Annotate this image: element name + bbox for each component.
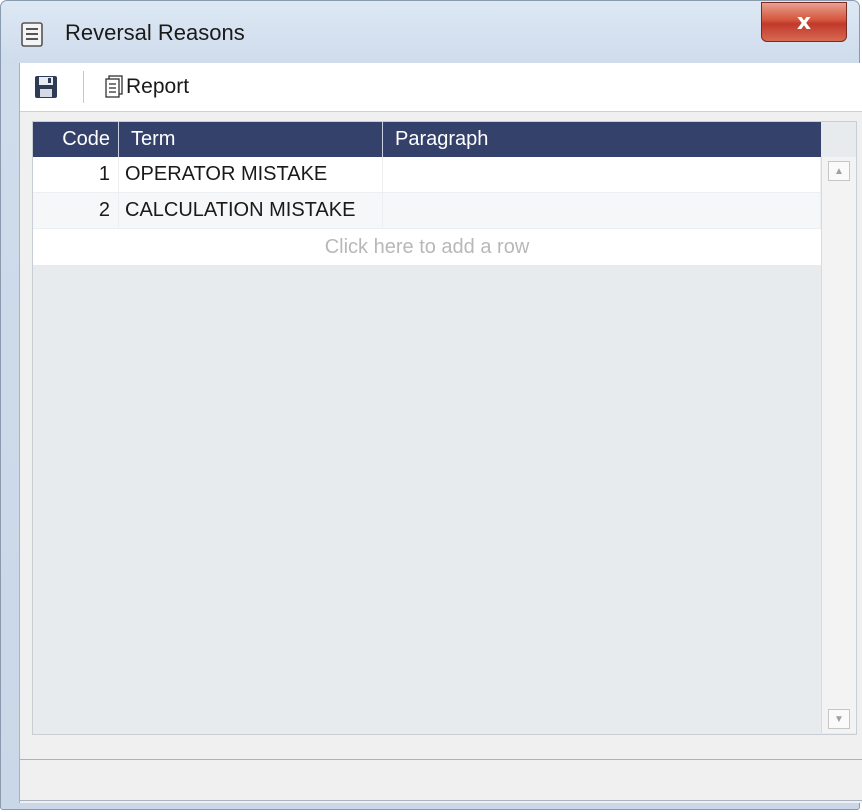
window-title: Reversal Reasons bbox=[65, 20, 245, 45]
cell-term[interactable]: OPERATOR MISTAKE bbox=[119, 157, 383, 192]
report-label: Report bbox=[126, 75, 190, 98]
column-header-code[interactable]: Code bbox=[33, 122, 119, 157]
status-bar bbox=[20, 759, 862, 801]
document-icon bbox=[19, 21, 45, 49]
column-header-term[interactable]: Term bbox=[119, 122, 383, 157]
scroll-down-arrow-icon[interactable]: ▼ bbox=[828, 709, 850, 729]
dialog-window: Reversal Reasons x Report Code Term Para… bbox=[0, 0, 862, 810]
toolbar: Report bbox=[20, 63, 862, 112]
add-row-placeholder[interactable]: Click here to add a row bbox=[33, 229, 821, 265]
report-icon bbox=[104, 75, 124, 99]
close-icon: x bbox=[796, 9, 812, 35]
cell-paragraph[interactable] bbox=[383, 157, 821, 192]
scroll-up-arrow-icon[interactable]: ▲ bbox=[828, 161, 850, 181]
cell-code[interactable]: 1 bbox=[33, 157, 119, 192]
dialog-body: Report Code Term Paragraph 1 OPERATOR MI… bbox=[19, 63, 862, 803]
report-button[interactable]: Report bbox=[104, 72, 189, 102]
reasons-grid: Code Term Paragraph 1 OPERATOR MISTAKE 2… bbox=[32, 121, 857, 735]
title-bar[interactable]: Reversal Reasons x bbox=[1, 1, 859, 63]
save-icon[interactable] bbox=[34, 74, 58, 100]
grid-header: Code Term Paragraph bbox=[33, 122, 821, 157]
close-button[interactable]: x bbox=[761, 2, 847, 42]
vertical-scrollbar[interactable]: ▲ ▼ bbox=[821, 157, 856, 733]
cell-paragraph[interactable] bbox=[383, 193, 821, 228]
cell-term[interactable]: CALCULATION MISTAKE bbox=[119, 193, 383, 228]
cell-code[interactable]: 2 bbox=[33, 193, 119, 228]
table-row[interactable]: 2 CALCULATION MISTAKE bbox=[33, 193, 821, 229]
toolbar-separator bbox=[83, 71, 84, 103]
column-header-paragraph[interactable]: Paragraph bbox=[383, 122, 821, 157]
table-row[interactable]: 1 OPERATOR MISTAKE bbox=[33, 157, 821, 193]
